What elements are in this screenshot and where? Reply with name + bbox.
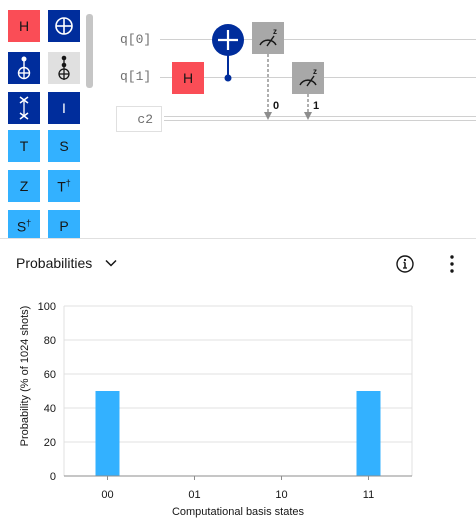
palette-gate-h[interactable]: H xyxy=(8,10,40,42)
circuit-canvas: q[0] q[1] c2 H z z 0 1 xyxy=(98,0,476,238)
circuit-gate-h[interactable]: H xyxy=(172,62,204,94)
palette-gate-cnot[interactable] xyxy=(8,52,40,84)
palette-gate-z[interactable]: Z xyxy=(8,170,40,202)
gate-label: T xyxy=(57,178,66,195)
x-tick-label: 00 xyxy=(101,489,113,501)
y-tick-label: 100 xyxy=(38,301,56,313)
circuit-composer: H I T S Z T† S† P q[0] q[1] c2 H z z 0 1 xyxy=(0,0,476,238)
gate-label: H xyxy=(182,70,194,86)
palette-gate-i[interactable]: I xyxy=(48,92,80,124)
toffoli-icon xyxy=(58,55,70,80)
meter-icon: z xyxy=(259,27,277,47)
gate-label: T xyxy=(19,138,29,154)
y-axis-title: Probability (% of 1024 shots) xyxy=(19,306,31,447)
swap-icon xyxy=(19,96,29,120)
x-axis-title: Computational basis states xyxy=(172,506,305,518)
circuit-gate-cnot[interactable] xyxy=(210,22,246,82)
dagger-mark: † xyxy=(26,217,32,228)
bar-00[interactable] xyxy=(95,391,120,476)
gate-label: P xyxy=(59,218,69,234)
palette-gate-toffoli[interactable] xyxy=(48,52,80,84)
dagger-mark: † xyxy=(65,177,71,188)
cnot-target-icon xyxy=(55,17,73,35)
qubit-wire-q0 xyxy=(160,39,476,40)
classical-register-label[interactable]: c2 xyxy=(116,106,162,132)
gate-label: S xyxy=(16,218,27,235)
classical-wire xyxy=(164,120,476,121)
y-tick-label: 0 xyxy=(50,471,56,483)
axes: 0 20 40 60 80 100 00 01 10 11 xyxy=(38,301,412,501)
y-tick-label: 80 xyxy=(44,335,56,347)
x-tick-label: 11 xyxy=(363,489,374,501)
qubit-label-q0[interactable]: q[0] xyxy=(120,32,151,47)
palette-gate-s[interactable]: S xyxy=(48,130,80,162)
palette-scrollbar[interactable] xyxy=(86,14,93,88)
circuit-gate-measure-q0[interactable]: z xyxy=(252,22,284,54)
classical-bit-label-1: 1 xyxy=(313,100,320,112)
measure-arrows xyxy=(264,54,312,120)
measure-axis: z xyxy=(273,27,277,36)
x-tick-label: 10 xyxy=(275,489,287,501)
gate-label: Z xyxy=(19,178,29,194)
classical-bit-label-0: 0 xyxy=(273,100,280,112)
gate-palette: H I T S Z T† S† P xyxy=(0,0,98,238)
classical-wire xyxy=(164,116,476,117)
visualization-header: Probabilities xyxy=(0,239,476,287)
y-tick-label: 20 xyxy=(44,437,56,449)
palette-gate-sdg[interactable]: S† xyxy=(8,210,40,238)
y-tick-label: 60 xyxy=(44,369,56,381)
bar-11[interactable] xyxy=(356,391,381,476)
probabilities-chart: 0 20 40 60 80 100 00 01 10 11 Computational basis… xyxy=(19,301,413,518)
palette-gate-swap[interactable] xyxy=(8,92,40,124)
palette-gate-p[interactable]: P xyxy=(48,210,80,238)
x-tick-label: 01 xyxy=(188,489,200,501)
chevron-down-icon xyxy=(105,259,117,267)
qubit-label-q1[interactable]: q[1] xyxy=(120,69,151,84)
bars xyxy=(95,391,381,476)
cnot-icon xyxy=(17,56,31,80)
visualization-selected: Probabilities xyxy=(16,255,93,271)
gate-label: H xyxy=(18,18,30,34)
gate-label: S xyxy=(59,138,69,154)
palette-gate-tdg[interactable]: T† xyxy=(48,170,80,202)
visualization-dropdown[interactable]: Probabilities xyxy=(16,251,118,275)
y-tick-label: 40 xyxy=(44,403,56,415)
palette-gate-cnot-target[interactable] xyxy=(48,10,80,42)
palette-gate-t[interactable]: T xyxy=(8,130,40,162)
overflow-menu-icon[interactable] xyxy=(442,253,462,275)
info-icon[interactable] xyxy=(394,253,416,275)
gate-label: I xyxy=(62,100,66,116)
